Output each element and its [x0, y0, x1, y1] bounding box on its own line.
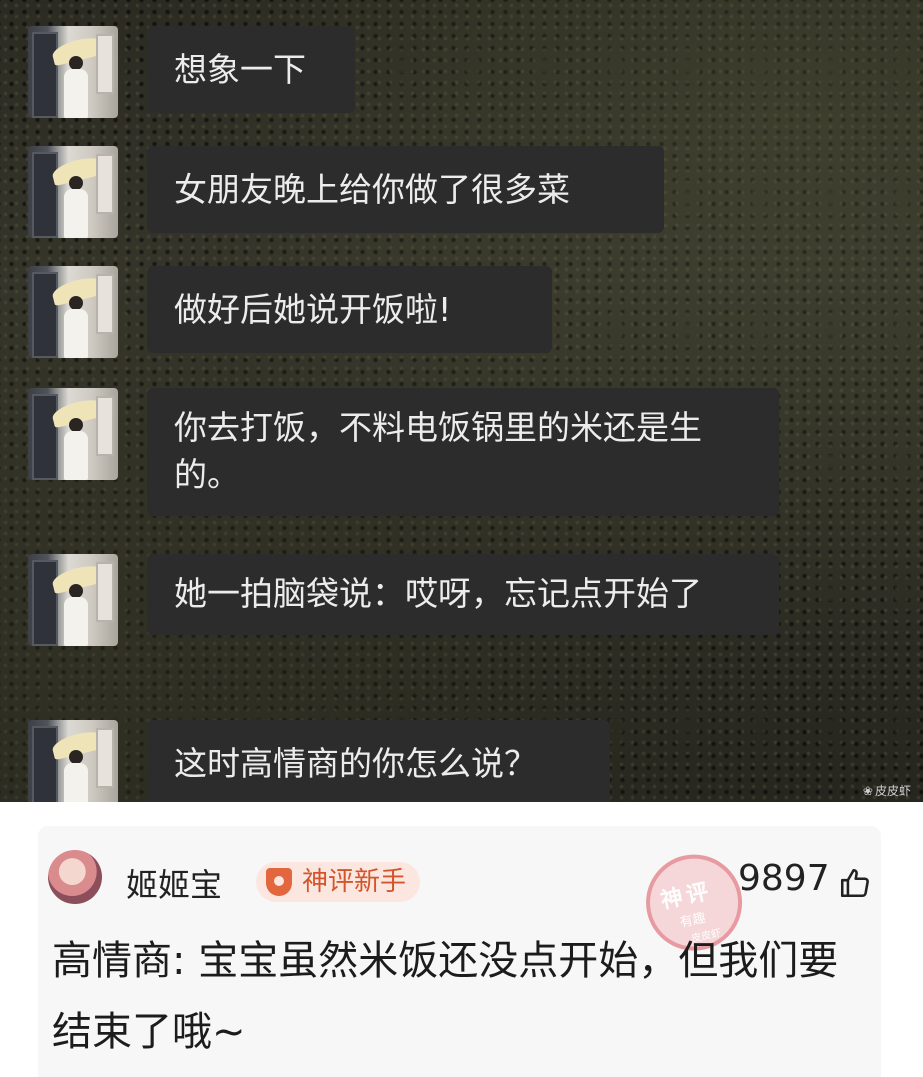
sender-avatar[interactable]	[28, 266, 118, 358]
sender-avatar[interactable]	[28, 388, 118, 480]
comment-text: 高情商: 宝宝虽然米饭还没点开始，但我们要结束了哦~	[52, 938, 839, 1055]
message-bubble[interactable]: 你去打饭，不料电饭锅里的米还是生的。	[147, 388, 779, 516]
message-bubble[interactable]: 想象一下	[147, 26, 355, 113]
sender-avatar[interactable]	[28, 720, 118, 802]
message-bubble[interactable]: 这时高情商的你怎么说？	[147, 720, 610, 802]
paw-icon: ❀	[862, 784, 873, 798]
sender-avatar[interactable]	[28, 554, 118, 646]
like-count: 9897	[738, 858, 830, 899]
commenter-name[interactable]: 姬姬宝	[126, 860, 222, 906]
shield-icon	[266, 868, 292, 896]
thumbs-up-icon[interactable]	[838, 866, 872, 900]
message-bubble[interactable]: 她一拍脑袋说：哎呀，忘记点开始了	[147, 554, 779, 635]
chat-screenshot: 想象一下 女朋友晚上给你做了很多菜 做好后她说开饭啦! 你去打饭，不料电饭锅里的…	[0, 0, 923, 802]
commenter-avatar[interactable]	[48, 850, 102, 904]
top-comment: 姬姬宝 神评新手 神评 有趣 皮皮虾 9897 高情商: 宝宝虽然米饭还没点开始…	[38, 826, 881, 1077]
watermark: ❀ 皮皮虾	[862, 784, 911, 798]
sender-avatar[interactable]	[28, 146, 118, 238]
message-bubble[interactable]: 做好后她说开饭啦!	[147, 266, 552, 353]
message-bubble[interactable]: 女朋友晚上给你做了很多菜	[147, 146, 664, 233]
sender-avatar[interactable]	[28, 26, 118, 118]
status-badge: 神评新手	[256, 862, 421, 902]
